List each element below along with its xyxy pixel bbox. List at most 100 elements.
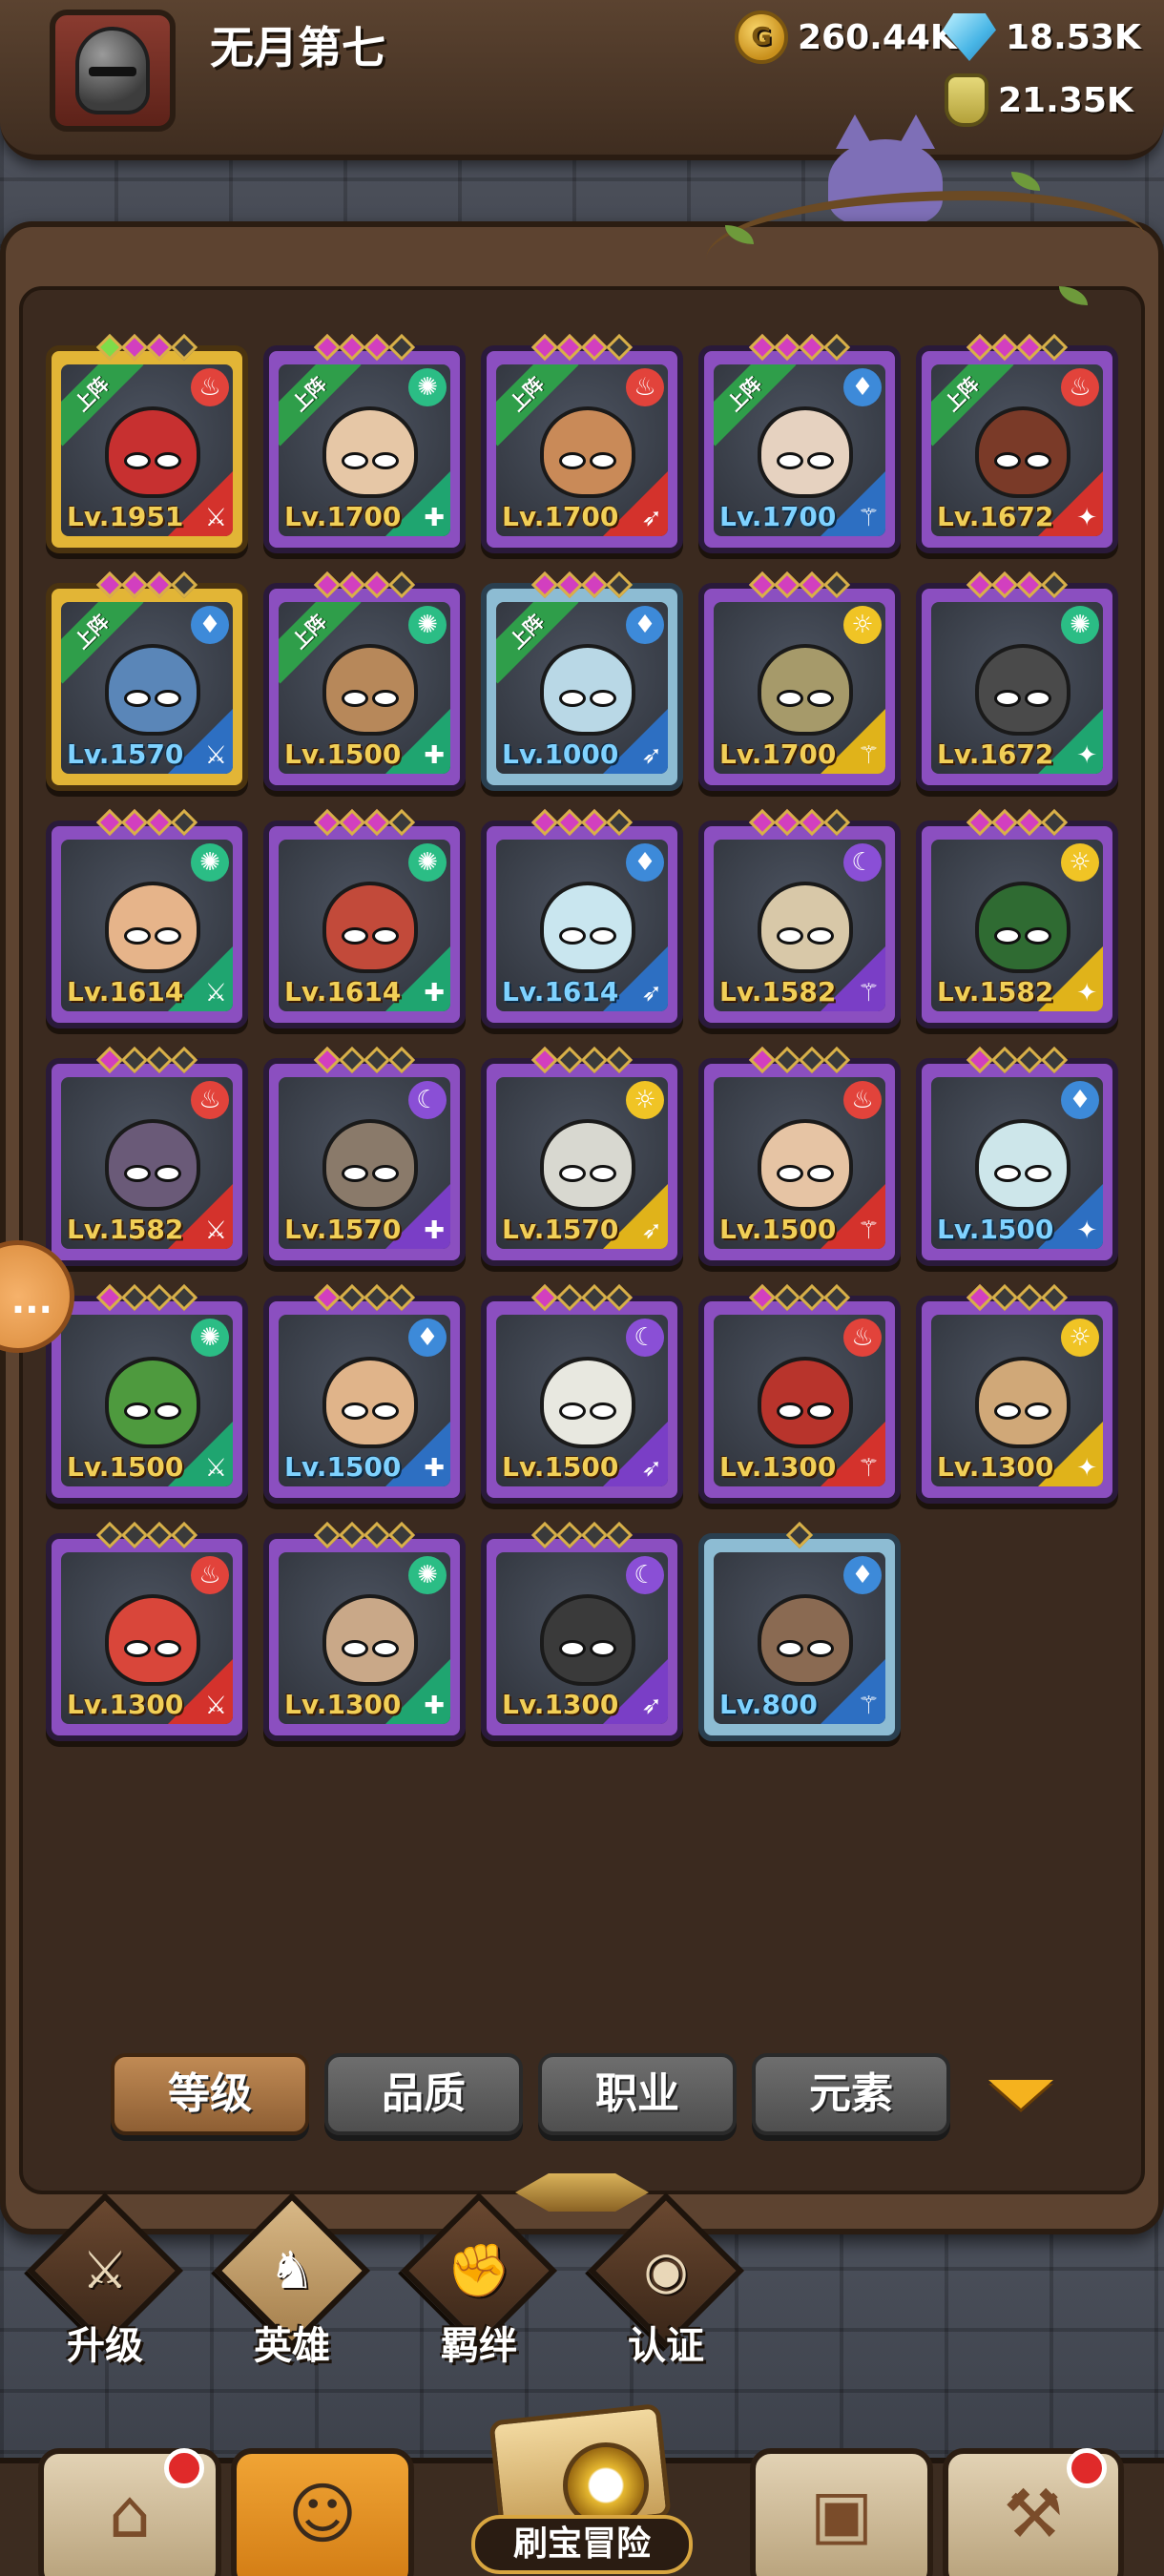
hero-portrait: ✺ ⚔ Lv.1500 — [61, 1315, 233, 1486]
star-icon — [530, 333, 559, 362]
star-rating — [487, 571, 677, 599]
hero-card[interactable]: ☾ ➶ Lv.1300 — [481, 1521, 683, 1741]
hero-portrait: 上阵 ♦ ➶ Lv.1000 — [496, 602, 668, 774]
hero-card[interactable]: 上阵 ♨ ✦ Lv.1672 — [916, 333, 1118, 553]
star-rating — [487, 1046, 677, 1074]
hero-card[interactable]: ☼ ⚚ Lv.1700 — [698, 571, 901, 791]
chevron-down-icon[interactable] — [988, 2080, 1053, 2109]
hero-card[interactable]: ✺ ✦ Lv.1672 — [916, 571, 1118, 791]
tab-sort-level[interactable]: 等级 — [111, 2053, 309, 2135]
star-icon — [95, 571, 124, 599]
star-icon — [990, 333, 1019, 362]
subnav-certify[interactable]: ◉ 认证 — [587, 2192, 745, 2374]
hero-portrait: ☾ ➶ Lv.1500 — [496, 1315, 668, 1486]
hero-card[interactable]: ☼ ✦ Lv.1300 — [916, 1283, 1118, 1504]
star-icon — [363, 571, 391, 599]
hero-card[interactable]: ✺ ⚔ Lv.1500 — [46, 1283, 248, 1504]
hero-level: Lv.1300 — [502, 1689, 619, 1720]
hero-level: Lv.1300 — [67, 1689, 184, 1720]
star-icon — [145, 333, 174, 362]
hero-card[interactable]: ♨ ⚚ Lv.1300 — [698, 1283, 901, 1504]
star-icon — [170, 1046, 198, 1074]
bottom-tab-shop[interactable]: ⌂ — [38, 2448, 221, 2576]
handshake-icon: ✊ — [447, 2240, 511, 2300]
hero-portrait: ♦ ✦ Lv.1500 — [931, 1077, 1103, 1249]
hero-card[interactable]: ✺ ✚ Lv.1300 — [263, 1521, 466, 1741]
player-avatar[interactable] — [50, 10, 176, 132]
star-rating — [52, 1521, 242, 1549]
bottom-tab-inventory[interactable]: ▣ — [750, 2448, 933, 2576]
potion-counter[interactable]: 21.35K — [945, 73, 1133, 128]
subnav-bonds[interactable]: ✊ 羁绊 — [400, 2192, 558, 2374]
hero-card[interactable]: 上阵 ✺ ✚ Lv.1700 — [263, 333, 466, 553]
subnav-heroes-label: 英雄 — [254, 2324, 330, 2368]
water-element-icon: ♦ — [843, 1556, 882, 1594]
tab-sort-quality[interactable]: 品质 — [324, 2053, 523, 2135]
star-icon — [748, 571, 777, 599]
hero-card[interactable]: 上阵 ♨ ➶ Lv.1700 — [481, 333, 683, 553]
star-icon — [313, 1046, 342, 1074]
star-icon — [966, 808, 994, 837]
hero-card[interactable]: ☼ ✦ Lv.1582 — [916, 808, 1118, 1028]
star-icon — [387, 1521, 416, 1549]
hero-card[interactable]: ✺ ✚ Lv.1614 — [263, 808, 466, 1028]
hero-card[interactable]: ♨ ⚔ Lv.1300 — [46, 1521, 248, 1741]
hero-card[interactable]: ☾ ✚ Lv.1570 — [263, 1046, 466, 1266]
bottom-tab-adventure[interactable]: 刷宝冒险 — [420, 2402, 744, 2576]
bottom-tab-forge[interactable]: ⚒ — [943, 2448, 1124, 2576]
tab-sort-element[interactable]: 元素 — [752, 2053, 950, 2135]
hero-level: Lv.1300 — [719, 1451, 837, 1483]
star-icon — [530, 1283, 559, 1312]
star-rating — [487, 333, 677, 362]
star-rating — [704, 333, 895, 362]
tab-sort-class[interactable]: 职业 — [538, 2053, 737, 2135]
hero-portrait: ☾ ✚ Lv.1570 — [279, 1077, 450, 1249]
star-icon — [1040, 1283, 1069, 1312]
hero-portrait: ☼ ⚚ Lv.1700 — [714, 602, 885, 774]
hero-level: Lv.1500 — [284, 738, 402, 770]
hero-card[interactable]: ☼ ➶ Lv.1570 — [481, 1046, 683, 1266]
star-icon — [313, 333, 342, 362]
hero-portrait: ♦ ➶ Lv.1614 — [496, 840, 668, 1011]
star-icon — [95, 333, 124, 362]
hero-card[interactable]: ♦ ✦ Lv.1500 — [916, 1046, 1118, 1266]
class-icon: ⚚ — [857, 1216, 880, 1245]
hero-card[interactable]: ☾ ➶ Lv.1500 — [481, 1283, 683, 1504]
water-element-icon: ♦ — [1061, 1081, 1099, 1119]
star-icon — [798, 571, 826, 599]
wind-element-icon: ✺ — [408, 368, 447, 406]
dark-element-icon: ☾ — [843, 843, 882, 882]
potion-icon — [945, 73, 988, 127]
star-icon — [1015, 1283, 1044, 1312]
hero-card[interactable]: ♨ ⚚ Lv.1500 — [698, 1046, 901, 1266]
gem-counter[interactable]: 18.53K — [943, 10, 1141, 65]
hero-card[interactable]: ♦ ⚚ Lv.800 — [698, 1521, 901, 1741]
bottom-tab-heroes[interactable]: ☺ — [231, 2448, 414, 2576]
hero-level: Lv.1951 — [67, 501, 184, 532]
class-icon: ➶ — [641, 979, 662, 1008]
hero-portrait: 上阵 ♦ ⚔ Lv.1570 — [61, 602, 233, 774]
hero-card[interactable]: 上阵 ♨ ⚔ Lv.1951 — [46, 333, 248, 553]
star-rating — [704, 571, 895, 599]
star-icon — [120, 1283, 149, 1312]
hero-card[interactable]: ✺ ⚔ Lv.1614 — [46, 808, 248, 1028]
hero-card[interactable]: ☾ ⚚ Lv.1582 — [698, 808, 901, 1028]
star-icon — [605, 1046, 634, 1074]
star-icon — [605, 1521, 634, 1549]
class-icon: ⚚ — [857, 741, 880, 770]
star-icon — [363, 1521, 391, 1549]
hero-card[interactable]: ♦ ✚ Lv.1500 — [263, 1283, 466, 1504]
hero-card[interactable]: 上阵 ♦ ⚚ Lv.1700 — [698, 333, 901, 553]
subnav-upgrade[interactable]: ⚔ 升级 — [26, 2192, 184, 2374]
star-rating — [487, 1521, 677, 1549]
hero-card[interactable]: ♦ ➶ Lv.1614 — [481, 808, 683, 1028]
potion-amount: 21.35K — [998, 80, 1133, 120]
gold-counter[interactable]: G 260.44K — [735, 10, 957, 65]
wind-element-icon: ✺ — [408, 606, 447, 644]
hero-card[interactable]: 上阵 ✺ ✚ Lv.1500 — [263, 571, 466, 791]
subnav-heroes[interactable]: ♞ 英雄 — [213, 2192, 371, 2374]
hero-card[interactable]: 上阵 ♦ ⚔ Lv.1570 — [46, 571, 248, 791]
hero-card[interactable]: 上阵 ♦ ➶ Lv.1000 — [481, 571, 683, 791]
fire-element-icon: ♨ — [191, 368, 229, 406]
hero-card[interactable]: ♨ ⚔ Lv.1582 — [46, 1046, 248, 1266]
